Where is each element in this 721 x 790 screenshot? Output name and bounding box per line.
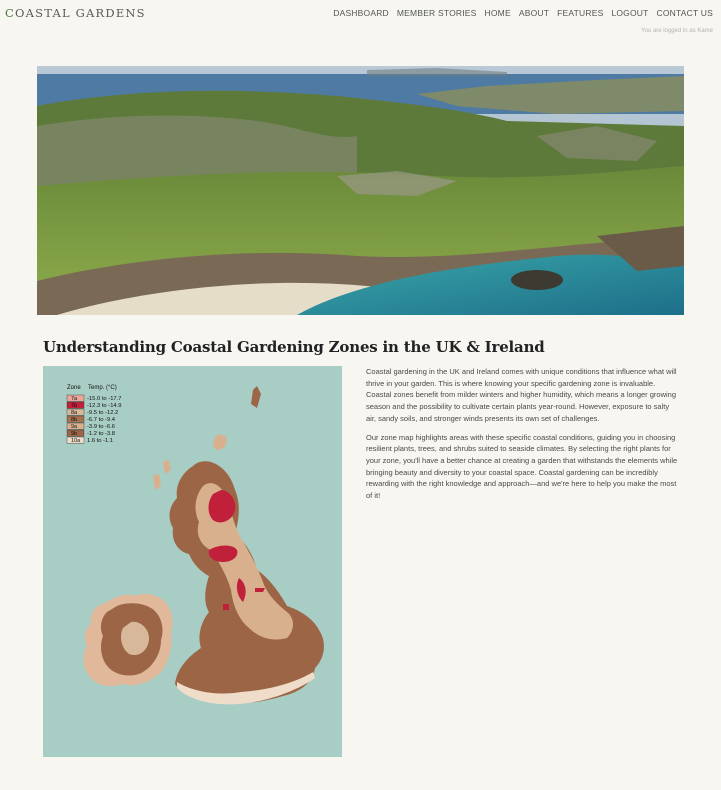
nav-home[interactable]: HOME [485,8,511,18]
legend-temp-label: 1.6 to -1.1 [87,438,113,444]
article-title: Understanding Coastal Gardening Zones in… [43,338,545,356]
legend-header-temp: Temp. (°C) [88,385,117,391]
article-paragraph: Coastal gardening in the UK and Ireland … [366,367,677,423]
nav-about[interactable]: ABOUT [519,8,549,18]
uk-ireland-zone-map: Zone Temp. (°C) 7a -15.0 to -17.7 7b -12.3 … [66,385,324,705]
nav-features[interactable]: FEATURES [557,8,603,18]
nav-logout[interactable]: LOGOUT [611,8,648,18]
legend-header-zone: Zone [67,385,81,391]
zone-map: Zone Temp. (°C) 7a -15.0 to -17.7 7b -12.3 … [43,366,342,757]
legend-zone-label: 8b [71,417,77,423]
ireland-landmass [83,593,173,686]
main-nav: DASHBOARD MEMBER STORIES HOME ABOUT FEAT… [333,8,713,18]
hero-image [37,66,684,315]
legend-temp-label: -1.2 to -3.8 [87,431,115,437]
article-body: Coastal gardening in the UK and Ireland … [366,366,680,509]
logo-text: OASTAL GARDENS [15,6,146,20]
logged-in-status: You are logged in as Kame [641,28,713,34]
site-logo[interactable]: COASTAL GARDENS [5,6,146,20]
great-britain-landmass [169,461,324,705]
legend-temp-label: -15.0 to -17.7 [87,396,121,402]
logo-initial: C [5,6,15,20]
legend-zone-label: 9a [71,424,78,430]
legend-temp-label: -12.3 to -14.9 [87,403,121,409]
legend-temp-label: -3.9 to -6.6 [87,424,115,430]
nav-member-stories[interactable]: MEMBER STORIES [397,8,477,18]
legend-zone-label: 7a [71,396,78,402]
top-bar: COASTAL GARDENS DASHBOARD MEMBER STORIES… [0,0,721,40]
nav-dashboard[interactable]: DASHBOARD [333,8,389,18]
legend-temp-label: -9.5 to -12.2 [87,410,118,416]
legend-zone-label: 9b [71,431,77,437]
legend-zone-label: 7b [71,403,77,409]
article-paragraph: Our zone map highlights areas with these… [366,432,678,501]
coastal-landscape-image [37,66,684,315]
map-legend: Zone Temp. (°C) 7a -15.0 to -17.7 7b -12.3 … [66,385,121,444]
nav-contact-us[interactable]: CONTACT US [657,8,713,18]
legend-temp-label: -6.7 to -9.4 [87,417,116,423]
legend-zone-label: 8a [71,410,78,416]
legend-zone-label: 10a [71,438,81,444]
